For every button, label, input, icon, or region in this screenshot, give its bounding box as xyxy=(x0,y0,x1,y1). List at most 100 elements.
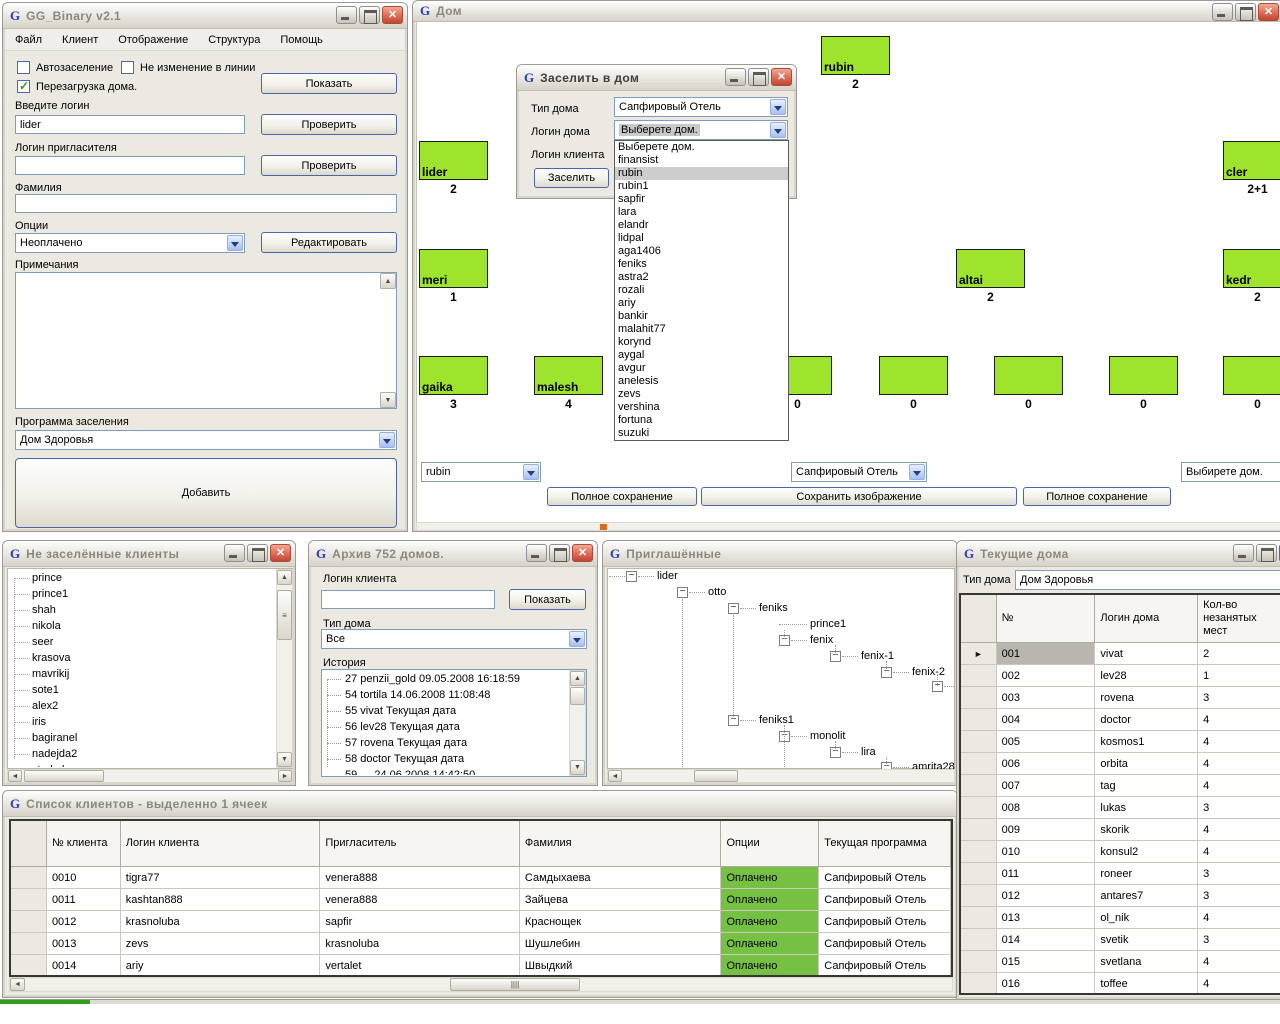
column-header[interactable]: Кол-во незанятых мест xyxy=(1198,595,1280,643)
minimize-button[interactable] xyxy=(336,6,357,24)
grid-cell[interactable]: 007 xyxy=(997,775,1096,797)
house-box[interactable]: kedr xyxy=(1223,249,1280,288)
chevron-down-icon[interactable] xyxy=(909,464,925,480)
grid-cell[interactable]: 4 xyxy=(1198,951,1280,973)
grid-cell[interactable]: Сапфировый Отель xyxy=(819,933,951,955)
grid-cell[interactable]: 0013 xyxy=(47,933,121,955)
house-box[interactable]: altai xyxy=(956,249,1025,288)
grid-cell[interactable]: 003 xyxy=(997,687,1096,709)
grid-cell[interactable]: 4 xyxy=(1198,973,1280,995)
menu-item[interactable]: Помощь xyxy=(270,29,333,50)
scroll-thumb[interactable]: |||| xyxy=(450,978,580,991)
table-row[interactable]: 004doctor4 xyxy=(961,709,1280,731)
grid-cell[interactable]: ariy xyxy=(121,955,321,977)
tree-node[interactable]: prince1 xyxy=(810,618,846,630)
chevron-down-icon[interactable] xyxy=(770,122,786,138)
scroll-right-icon[interactable]: ► xyxy=(278,770,292,782)
table-row[interactable]: 016toffee4 xyxy=(961,973,1280,995)
scroll-thumb[interactable] xyxy=(24,770,104,782)
scroll-up-icon[interactable]: ▲ xyxy=(380,273,396,289)
select-house-field[interactable]: Выбирете дом. xyxy=(1181,462,1280,482)
horizontal-scrollbar[interactable]: ◄ |||| xyxy=(9,977,953,992)
dropdown-item[interactable]: lara xyxy=(615,206,788,219)
dropdown-item[interactable]: malahit77 xyxy=(615,323,788,336)
grid-cell[interactable]: 4 xyxy=(1198,775,1280,797)
scroll-down-icon[interactable]: ▼ xyxy=(380,392,396,408)
house-box[interactable]: gaika xyxy=(419,356,488,395)
grid-cell[interactable]: 1 xyxy=(1198,665,1280,687)
house-login-combo[interactable]: Выберете дом. xyxy=(614,120,788,140)
dropdown-item[interactable]: ariy xyxy=(615,297,788,310)
list-item[interactable]: prince xyxy=(9,570,275,586)
tree-node[interactable]: otto xyxy=(708,586,726,598)
grid-cell[interactable]: lev28 xyxy=(1095,665,1198,687)
table-row[interactable]: 007tag4 xyxy=(961,775,1280,797)
grid-cell[interactable]: roneer xyxy=(1095,863,1198,885)
grid-cell[interactable]: sapfir xyxy=(320,911,520,933)
dropdown-item[interactable]: feniks xyxy=(615,258,788,271)
house-box[interactable] xyxy=(1109,356,1178,395)
dropdown-item[interactable]: aga1406 xyxy=(615,245,788,258)
grid-cell[interactable]: 0010 xyxy=(47,867,121,889)
dropdown-item[interactable]: aygal xyxy=(615,349,788,362)
house-box[interactable]: rubin xyxy=(821,36,890,75)
column-header[interactable]: Фамилия xyxy=(520,821,722,867)
grid-cell[interactable]: ol_nik xyxy=(1095,907,1198,929)
grid-cell[interactable]: 008 xyxy=(997,797,1096,819)
check-inviter-button[interactable]: Проверить xyxy=(261,155,397,176)
list-item[interactable]: prince1 xyxy=(9,586,275,602)
dropdown-item[interactable]: finansist xyxy=(615,154,788,167)
tree-expand-icon[interactable]: − xyxy=(626,571,637,582)
grid-cell[interactable]: Сапфировый Отель xyxy=(819,867,951,889)
table-row[interactable]: 013ol_nik4 xyxy=(961,907,1280,929)
login-input[interactable]: lider xyxy=(15,115,245,134)
grid-cell[interactable]: 016 xyxy=(997,973,1096,995)
checkbox-no-line-change[interactable] xyxy=(121,61,134,74)
minimize-button[interactable] xyxy=(526,544,547,562)
grid-cell[interactable]: 010 xyxy=(997,841,1096,863)
scroll-thumb[interactable] xyxy=(570,687,585,705)
grid-cell[interactable]: 012 xyxy=(997,885,1096,907)
table-row[interactable]: 014svetik3 xyxy=(961,929,1280,951)
scroll-up-icon[interactable]: ▲ xyxy=(277,570,292,585)
row-selector[interactable] xyxy=(11,933,47,955)
house-box[interactable]: malesh xyxy=(534,356,603,395)
grid-cell[interactable]: 009 xyxy=(997,819,1096,841)
dropdown-item[interactable]: Выберете дом. xyxy=(615,141,788,154)
table-row[interactable]: 008lukas3 xyxy=(961,797,1280,819)
grid-cell[interactable]: 4 xyxy=(1198,709,1280,731)
grid-cell[interactable]: rovena xyxy=(1095,687,1198,709)
grid-cell[interactable]: doctor xyxy=(1095,709,1198,731)
grid-cell[interactable]: antares7 xyxy=(1095,885,1198,907)
vertical-scrollbar[interactable]: ▲ ≡ ▼ xyxy=(276,569,293,768)
row-selector[interactable] xyxy=(11,889,47,911)
dropdown-item[interactable]: rozali xyxy=(615,284,788,297)
grid-cell[interactable]: svetlana xyxy=(1095,951,1198,973)
table-row[interactable]: 005kosmos14 xyxy=(961,731,1280,753)
grid-cell[interactable]: konsul2 xyxy=(1095,841,1198,863)
minimize-button[interactable] xyxy=(725,68,746,86)
scroll-down-icon[interactable]: ▼ xyxy=(570,760,585,775)
horizontal-scrollbar[interactable]: ◄ xyxy=(607,769,955,783)
dropdown-item[interactable]: lidpal xyxy=(615,232,788,245)
column-header[interactable]: № xyxy=(997,595,1096,643)
chevron-down-icon[interactable] xyxy=(379,432,395,448)
list-item[interactable]: sote1 xyxy=(9,682,275,698)
grid-cell[interactable]: Сапфировый Отель xyxy=(819,911,951,933)
table-row[interactable]: 015svetlana4 xyxy=(961,951,1280,973)
grid-cell[interactable]: 004 xyxy=(997,709,1096,731)
list-item[interactable]: strekal xyxy=(9,762,275,767)
dropdown-item[interactable]: sapfir xyxy=(615,193,788,206)
options-combo[interactable]: Неоплачено xyxy=(15,233,245,253)
grid-cell[interactable]: krasnoluba xyxy=(121,911,321,933)
check-login-button[interactable]: Проверить xyxy=(261,114,397,135)
grid-cell[interactable]: Самдыхаева xyxy=(520,867,722,889)
row-selector[interactable] xyxy=(961,731,997,753)
scroll-thumb[interactable]: ≡ xyxy=(277,590,292,640)
grid-cell[interactable]: zevs xyxy=(121,933,321,955)
surname-input[interactable] xyxy=(15,194,397,213)
row-selector[interactable] xyxy=(961,687,997,709)
table-row[interactable]: 006orbita4 xyxy=(961,753,1280,775)
list-item[interactable]: bagiranel xyxy=(9,730,275,746)
grid-cell[interactable]: Швыдкий xyxy=(520,955,722,977)
